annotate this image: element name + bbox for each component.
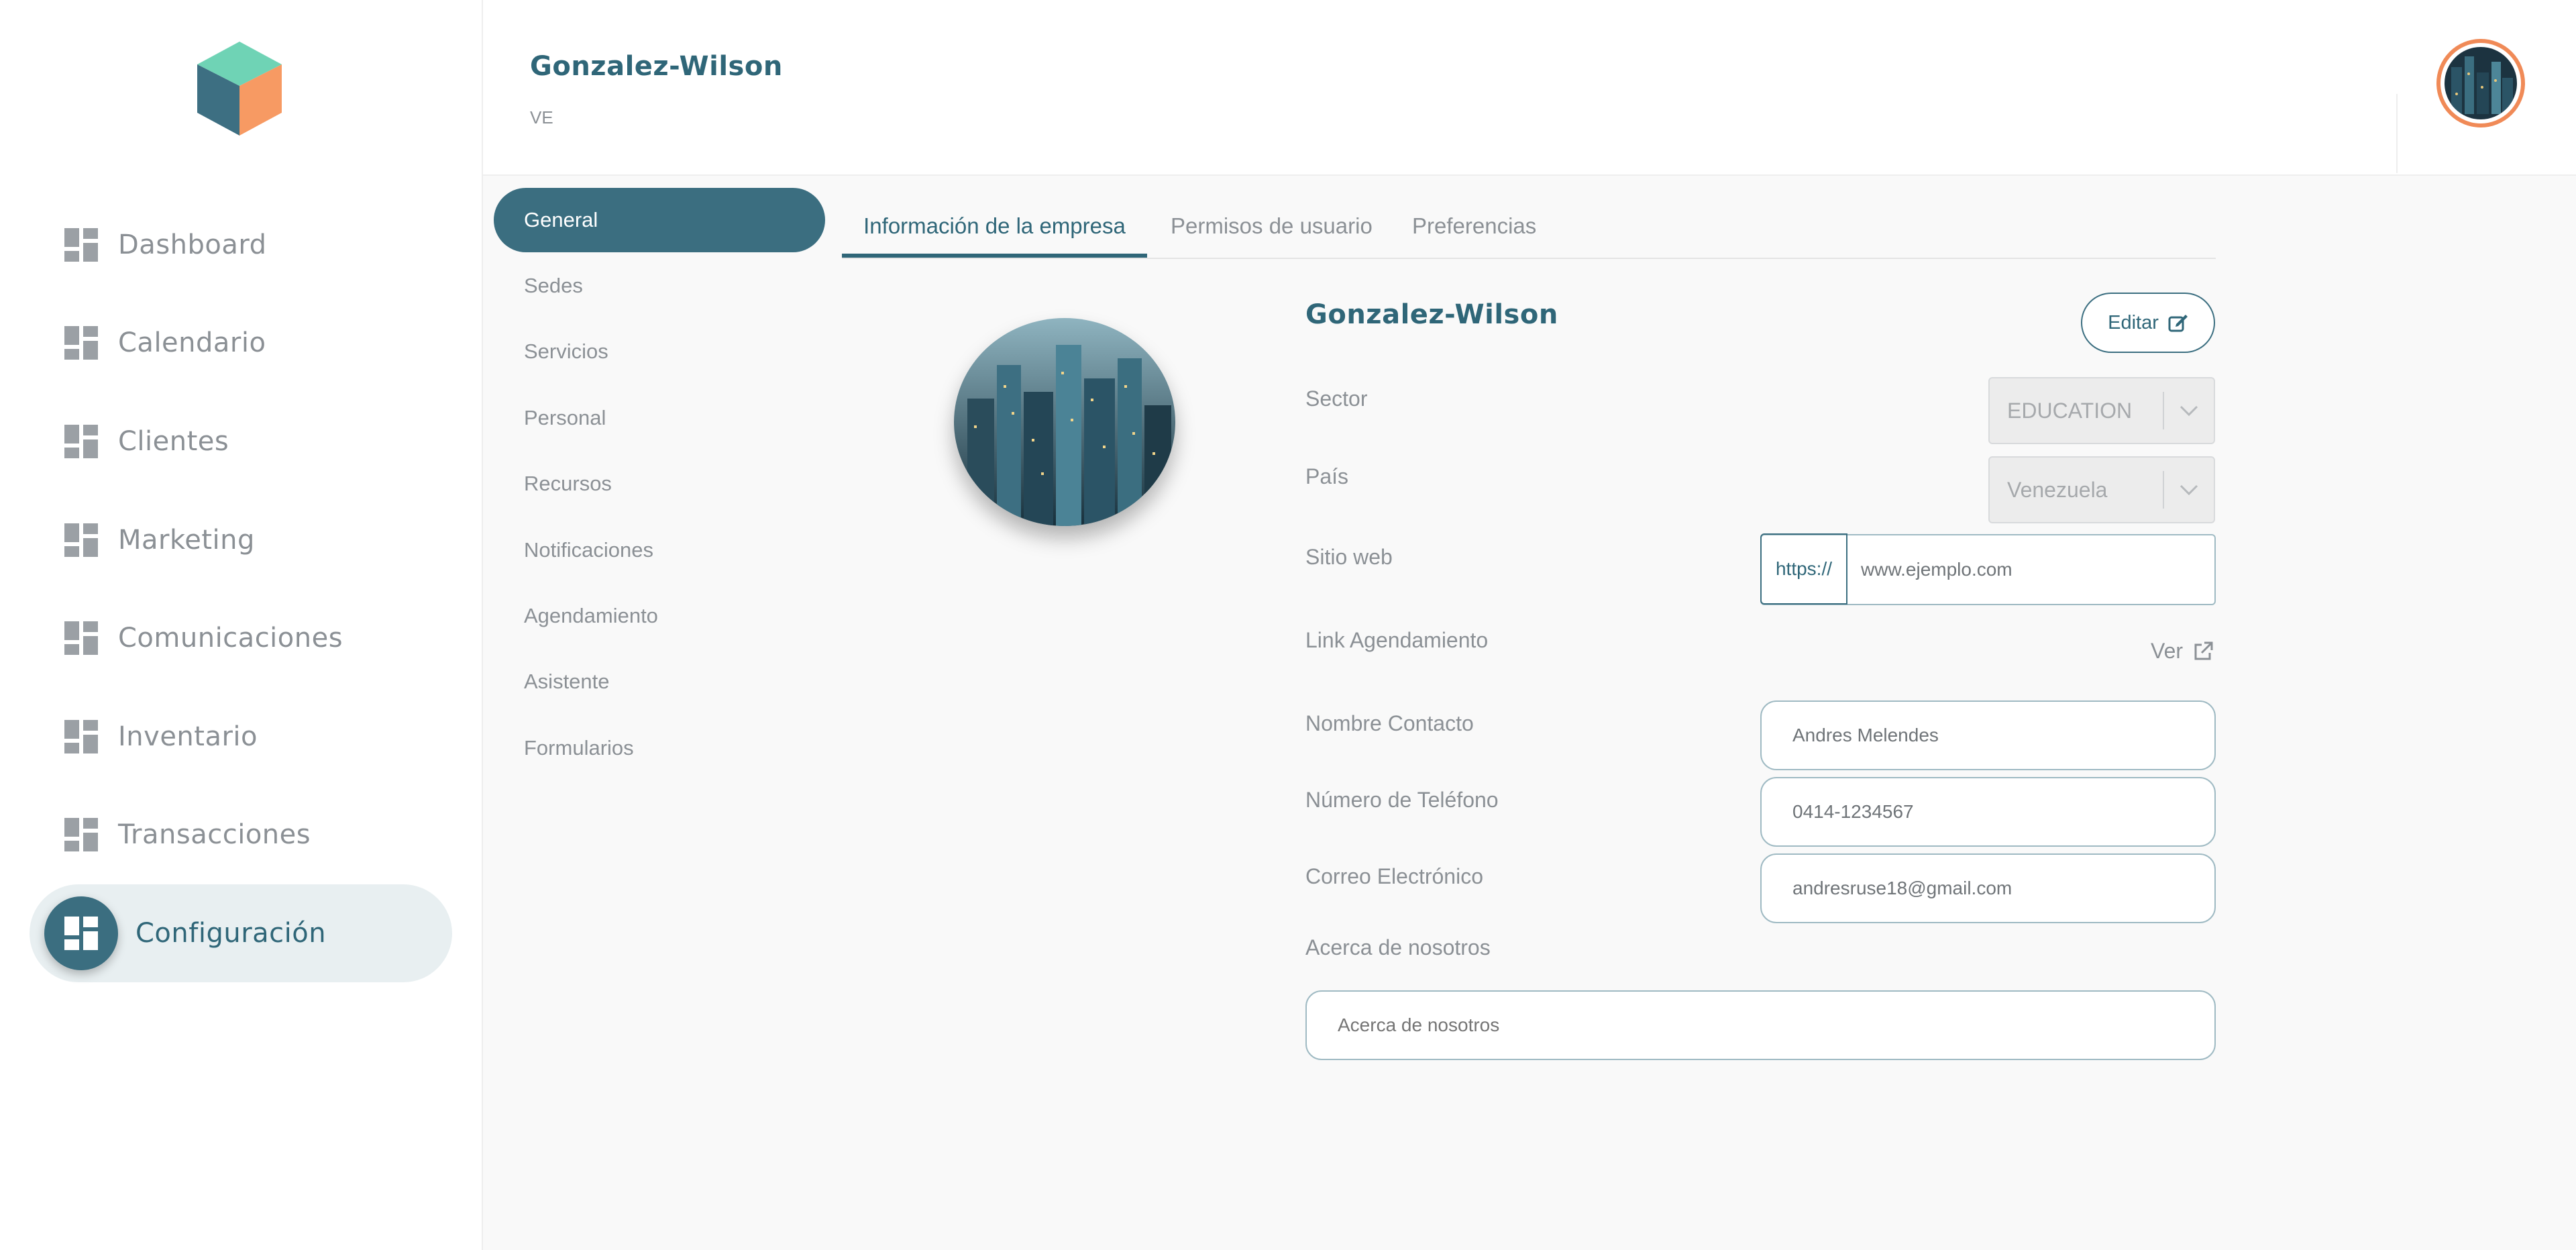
sector-select-value: EDUCATION bbox=[2007, 398, 2133, 423]
ver-link[interactable]: Ver bbox=[2151, 639, 2214, 664]
email-input[interactable] bbox=[1760, 853, 2216, 923]
sector-label: Sector bbox=[1305, 386, 1368, 411]
ver-link-label: Ver bbox=[2151, 639, 2184, 663]
settings-nav-agendamiento[interactable]: Agendamiento bbox=[494, 584, 825, 648]
external-link-icon bbox=[2194, 641, 2213, 660]
sidebar-item-label: Dashboard bbox=[118, 229, 267, 260]
chevron-down-icon bbox=[2164, 484, 2214, 496]
city-photo-icon bbox=[2445, 47, 2517, 119]
sidebar-item-calendario[interactable]: Calendario bbox=[30, 294, 452, 392]
phone-label: Número de Teléfono bbox=[1305, 788, 1499, 812]
settings-nav-personal[interactable]: Personal bbox=[494, 386, 825, 450]
website-label: Sitio web bbox=[1305, 545, 1393, 569]
edit-button-label: Editar bbox=[2108, 311, 2159, 333]
settings-nav-notificaciones[interactable]: Notificaciones bbox=[494, 518, 825, 582]
sidebar-item-label: Transacciones bbox=[118, 819, 311, 850]
sector-select[interactable]: EDUCATION bbox=[1988, 377, 2215, 444]
link-agendamiento-label: Link Agendamiento bbox=[1305, 628, 1489, 652]
grid-icon bbox=[64, 818, 98, 851]
pais-select[interactable]: Venezuela bbox=[1988, 456, 2215, 523]
website-input[interactable] bbox=[1860, 558, 2198, 581]
sidebar-item-label: Comunicaciones bbox=[118, 623, 343, 654]
settings-nav-label: Asistente bbox=[524, 670, 610, 693]
edit-button[interactable]: Editar bbox=[2081, 293, 2215, 353]
email-label: Correo Electrónico bbox=[1305, 864, 1483, 888]
sidebar-item-label: Calendario bbox=[118, 327, 266, 358]
sidebar-item-transacciones[interactable]: Transacciones bbox=[30, 786, 452, 884]
sidebar-item-configuracion[interactable]: Configuración bbox=[30, 884, 452, 982]
settings-nav-label: General bbox=[524, 208, 598, 231]
settings-nav-servicios[interactable]: Servicios bbox=[494, 319, 825, 384]
user-avatar[interactable] bbox=[2436, 39, 2525, 127]
contact-label: Nombre Contacto bbox=[1305, 711, 1474, 735]
pais-select-value: Venezuela bbox=[2007, 477, 2108, 502]
form-company-title: Gonzalez-Wilson bbox=[1305, 299, 1558, 330]
company-title: Gonzalez-Wilson bbox=[530, 51, 783, 82]
chevron-down-icon bbox=[2164, 405, 2214, 417]
tab-permisos-usuario[interactable]: Permisos de usuario bbox=[1171, 201, 1373, 258]
settings-nav-formularios[interactable]: Formularios bbox=[494, 716, 825, 780]
website-field: https:// bbox=[1760, 533, 2216, 605]
grid-icon bbox=[64, 621, 98, 655]
header-divider bbox=[2396, 94, 2398, 173]
settings-nav-sedes[interactable]: Sedes bbox=[494, 254, 825, 318]
grid-icon bbox=[64, 425, 98, 458]
city-photo-icon bbox=[954, 318, 1175, 526]
settings-nav-label: Servicios bbox=[524, 340, 608, 363]
sidebar-item-label: Marketing bbox=[118, 525, 255, 556]
settings-nav-asistente[interactable]: Asistente bbox=[494, 649, 825, 714]
active-icon-badge bbox=[44, 896, 118, 970]
tab-informacion-empresa[interactable]: Información de la empresa bbox=[842, 201, 1147, 258]
grid-icon bbox=[64, 326, 98, 360]
settings-tabs: Información de la empresa Permisos de us… bbox=[842, 201, 2216, 259]
settings-nav-label: Formularios bbox=[524, 736, 634, 760]
settings-nav-label: Agendamiento bbox=[524, 604, 658, 627]
settings-nav-label: Notificaciones bbox=[524, 538, 653, 562]
top-header: Gonzalez-Wilson VE bbox=[483, 0, 2576, 176]
settings-nav-label: Personal bbox=[524, 406, 606, 429]
settings-nav-label: Recursos bbox=[524, 472, 612, 495]
sidebar-item-marketing[interactable]: Marketing bbox=[30, 491, 452, 589]
settings-nav-general[interactable]: General bbox=[494, 188, 825, 252]
about-label: Acerca de nosotros bbox=[1305, 935, 1491, 959]
company-country-code: VE bbox=[530, 107, 553, 127]
phone-input[interactable] bbox=[1760, 777, 2216, 847]
grid-icon bbox=[64, 523, 98, 557]
settings-nav-label: Sedes bbox=[524, 274, 583, 297]
sidebar-item-label: Clientes bbox=[118, 426, 229, 457]
company-photo[interactable] bbox=[954, 318, 1175, 526]
sidebar-item-comunicaciones[interactable]: Comunicaciones bbox=[30, 589, 452, 687]
grid-icon bbox=[64, 228, 98, 262]
cube-logo-icon bbox=[197, 42, 282, 136]
settings-nav-recursos[interactable]: Recursos bbox=[494, 452, 825, 516]
pais-label: País bbox=[1305, 464, 1349, 488]
edit-icon bbox=[2168, 315, 2188, 332]
grid-icon bbox=[64, 720, 98, 753]
grid-icon bbox=[64, 917, 98, 950]
website-prefix: https:// bbox=[1760, 533, 1847, 605]
contact-name-input[interactable] bbox=[1760, 700, 2216, 770]
tab-preferencias[interactable]: Preferencias bbox=[1412, 201, 1536, 258]
about-input[interactable] bbox=[1305, 990, 2216, 1060]
sidebar-item-clientes[interactable]: Clientes bbox=[30, 393, 452, 490]
sidebar-item-label: Configuración bbox=[136, 918, 327, 949]
sidebar-item-dashboard[interactable]: Dashboard bbox=[30, 196, 452, 294]
sidebar-item-inventario[interactable]: Inventario bbox=[30, 688, 452, 786]
sidebar-item-label: Inventario bbox=[118, 721, 258, 752]
